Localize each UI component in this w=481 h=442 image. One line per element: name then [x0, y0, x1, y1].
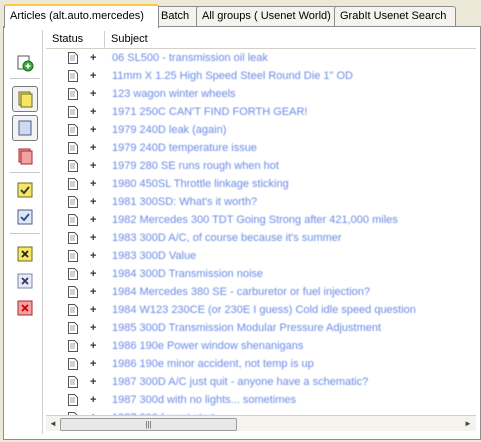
article-subject[interactable]: 1984 300D Transmission noise	[112, 265, 263, 283]
expand-toggle[interactable]: +	[90, 121, 98, 139]
table-row[interactable]: +1985 300D Transmission Modular Pressure…	[46, 319, 476, 337]
tab-strip: Articles (alt.auto.mercedes) Batch All g…	[0, 0, 481, 28]
table-row[interactable]: +1987 300D A/C just quit - anyone have a…	[46, 373, 476, 391]
expand-toggle[interactable]: +	[90, 301, 98, 319]
article-subject[interactable]: 1980 450SL Throttle linkage sticking	[112, 175, 289, 193]
table-row[interactable]: +1971 250C CAN'T FIND FORTH GEAR!	[46, 103, 476, 121]
expand-toggle[interactable]: +	[90, 229, 98, 247]
tab-batch[interactable]: Batch	[155, 6, 201, 26]
article-rows: +06 SL500 - transmission oil leak +11mm X…	[46, 49, 476, 415]
table-row[interactable]: +1982 Mercedes 300 TDT Going Strong afte…	[46, 211, 476, 229]
expand-toggle[interactable]: +	[90, 157, 98, 175]
table-row[interactable]: +1986 190e Power window shenanigans	[46, 337, 476, 355]
scroll-left-arrow[interactable]: ◄	[47, 418, 59, 430]
table-row[interactable]: +1984 Mercedes 380 SE - carburetor or fu…	[46, 283, 476, 301]
mark-red-button[interactable]	[14, 145, 36, 167]
check-yellow-icon	[17, 182, 33, 198]
expand-toggle[interactable]: +	[90, 139, 98, 157]
table-row[interactable]: +1986 190e minor accident, not temp is u…	[46, 355, 476, 373]
article-subject[interactable]: 1983 300D Value	[112, 247, 196, 265]
article-list[interactable]: Status Subject +06 SL500 - transmission …	[46, 31, 476, 431]
expand-toggle[interactable]: +	[90, 103, 98, 121]
article-subject[interactable]: 1986 190e Power window shenanigans	[112, 337, 303, 355]
toolbar-separator	[10, 78, 40, 79]
expand-toggle[interactable]: +	[90, 265, 98, 283]
x-yellow-button[interactable]	[14, 243, 36, 265]
article-subject[interactable]: 1984 W123 230CE (or 230E I guess) Cold i…	[112, 301, 416, 319]
x-yellow-icon	[17, 246, 33, 262]
expand-toggle[interactable]: +	[90, 193, 98, 211]
expand-toggle[interactable]: +	[90, 319, 98, 337]
table-row[interactable]: +1979 240D leak (again)	[46, 121, 476, 139]
article-subject[interactable]: 123 wagon winter wheels	[112, 85, 236, 103]
article-subject[interactable]: 1981 300SD: What's it worth?	[112, 193, 257, 211]
x-blue-icon	[17, 273, 33, 289]
article-toolbar	[6, 30, 43, 434]
mark-blue-button[interactable]	[12, 115, 38, 141]
tab-grabit-search[interactable]: GrabIt Usenet Search	[334, 6, 456, 26]
check-blue-icon	[17, 209, 33, 225]
expand-toggle[interactable]: +	[90, 85, 98, 103]
table-row[interactable]: +1984 W123 230CE (or 230E I guess) Cold …	[46, 301, 476, 319]
expand-toggle[interactable]: +	[90, 175, 98, 193]
horizontal-scrollbar[interactable]: ◄ ||| ►	[46, 415, 476, 431]
scroll-right-arrow[interactable]: ►	[462, 418, 474, 430]
table-row[interactable]: +1983 300D A/C, of course because it's s…	[46, 229, 476, 247]
check-yellow-button[interactable]	[14, 179, 36, 201]
article-subject[interactable]: 1986 190e minor accident, not temp is up	[112, 355, 314, 373]
tab-articles[interactable]: Articles (alt.auto.mercedes)	[4, 4, 159, 28]
expand-toggle[interactable]: +	[90, 355, 98, 373]
article-subject[interactable]: 1979 240D leak (again)	[112, 121, 226, 139]
doc-yellow-icon	[18, 91, 33, 108]
article-subject[interactable]: 1971 250C CAN'T FIND FORTH GEAR!	[112, 103, 307, 121]
tab-all-groups[interactable]: All groups ( Usenet World)	[196, 6, 338, 26]
table-row[interactable]: +1981 300SD: What's it worth?	[46, 193, 476, 211]
article-subject[interactable]: 11mm X 1.25 High Speed Steel Round Die 1…	[112, 67, 353, 85]
table-row[interactable]: +1984 300D Transmission noise	[46, 265, 476, 283]
expand-toggle[interactable]: +	[90, 391, 98, 409]
toolbar-separator	[10, 172, 40, 173]
table-row[interactable]: +1983 300D Value	[46, 247, 476, 265]
article-subject[interactable]: 1984 Mercedes 380 SE - carburetor or fue…	[112, 283, 370, 301]
article-subject[interactable]: 1987 300d with no lights... sometimes	[112, 391, 296, 409]
article-subject[interactable]: 1985 300D Transmission Modular Pressure …	[112, 319, 381, 337]
article-subject[interactable]: 1979 240D temperature issue	[112, 139, 257, 157]
article-subject[interactable]: 1983 300D A/C, of course because it's su…	[112, 229, 342, 247]
list-header: Status Subject	[46, 31, 476, 49]
mark-yellow-button[interactable]	[12, 86, 38, 112]
table-row[interactable]: +1980 450SL Throttle linkage sticking	[46, 175, 476, 193]
toolbar-separator	[10, 233, 40, 234]
x-red-button[interactable]	[14, 297, 36, 319]
table-row[interactable]: +06 SL500 - transmission oil leak	[46, 49, 476, 67]
scroll-thumb[interactable]: |||	[60, 418, 237, 431]
table-row[interactable]: +123 wagon winter wheels	[46, 85, 476, 103]
expand-toggle[interactable]: +	[90, 49, 98, 67]
table-row[interactable]: +1987 300d with no lights... sometimes	[46, 391, 476, 409]
expand-toggle[interactable]: +	[90, 211, 98, 229]
article-subject[interactable]: 1979 280 SE runs rough when hot	[112, 157, 279, 175]
article-subject[interactable]: 1982 Mercedes 300 TDT Going Strong after…	[112, 211, 398, 229]
doc-blue-icon	[18, 120, 32, 136]
expand-toggle[interactable]: +	[90, 247, 98, 265]
x-red-icon	[17, 300, 33, 316]
doc-red-icon	[18, 148, 33, 165]
expand-toggle[interactable]: +	[90, 337, 98, 355]
column-header-subject[interactable]: Subject	[105, 31, 475, 48]
check-blue-button[interactable]	[14, 206, 36, 228]
table-row[interactable]: +1979 280 SE runs rough when hot	[46, 157, 476, 175]
add-article-button[interactable]	[14, 52, 36, 74]
x-blue-button[interactable]	[14, 270, 36, 292]
expand-toggle[interactable]: +	[90, 67, 98, 85]
add-green-icon	[17, 55, 34, 72]
article-subject[interactable]: 1987 300D A/C just quit - anyone have a …	[112, 373, 368, 391]
article-subject[interactable]: 06 SL500 - transmission oil leak	[112, 49, 268, 67]
table-row[interactable]: +1979 240D temperature issue	[46, 139, 476, 157]
expand-toggle[interactable]: +	[90, 373, 98, 391]
expand-toggle[interactable]: +	[90, 283, 98, 301]
table-row[interactable]: +11mm X 1.25 High Speed Steel Round Die …	[46, 67, 476, 85]
column-header-status[interactable]: Status	[46, 31, 105, 48]
